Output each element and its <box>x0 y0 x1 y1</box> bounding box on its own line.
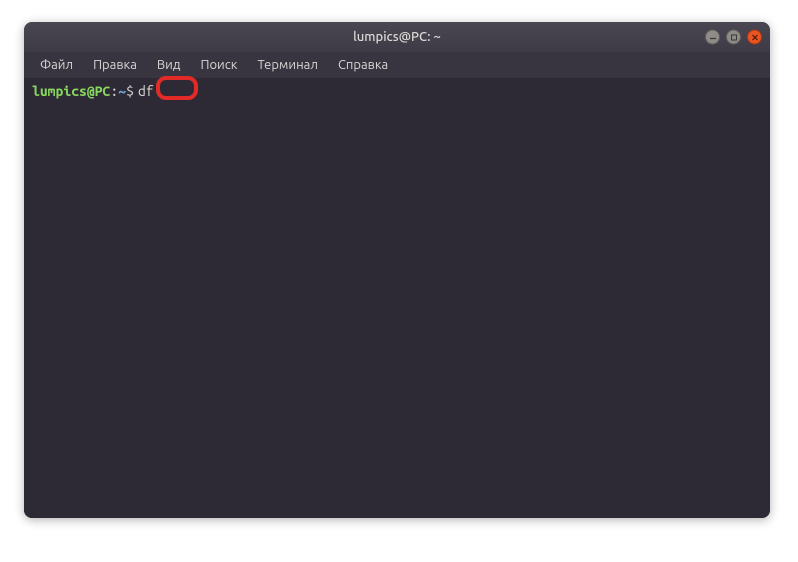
command-input: df <box>138 82 154 100</box>
minimize-button[interactable] <box>705 30 720 45</box>
maximize-icon <box>730 33 738 41</box>
minimize-icon <box>709 33 717 41</box>
menu-view[interactable]: Вид <box>147 54 191 76</box>
window-title: lumpics@PC: ~ <box>24 30 770 44</box>
titlebar[interactable]: lumpics@PC: ~ <box>24 22 770 52</box>
prompt-user: lumpics@PC <box>32 82 110 100</box>
menu-search[interactable]: Поиск <box>190 54 247 76</box>
terminal-window: lumpics@PC: ~ Файл Правка Вид Поиск Терм… <box>24 22 770 518</box>
prompt-dollar: $ <box>126 82 134 100</box>
prompt-colon: : <box>110 82 118 100</box>
terminal-body[interactable]: lumpics@PC:~$df <box>24 78 770 518</box>
window-controls <box>705 30 762 45</box>
menubar: Файл Правка Вид Поиск Терминал Справка <box>24 52 770 78</box>
menu-file[interactable]: Файл <box>30 54 83 76</box>
close-icon <box>751 33 759 41</box>
close-button[interactable] <box>747 30 762 45</box>
menu-edit[interactable]: Правка <box>83 54 147 76</box>
maximize-button[interactable] <box>726 30 741 45</box>
menu-help[interactable]: Справка <box>328 54 398 76</box>
prompt-path: ~ <box>118 82 126 100</box>
menu-terminal[interactable]: Терминал <box>247 54 327 76</box>
prompt-line: lumpics@PC:~$df <box>32 82 762 100</box>
